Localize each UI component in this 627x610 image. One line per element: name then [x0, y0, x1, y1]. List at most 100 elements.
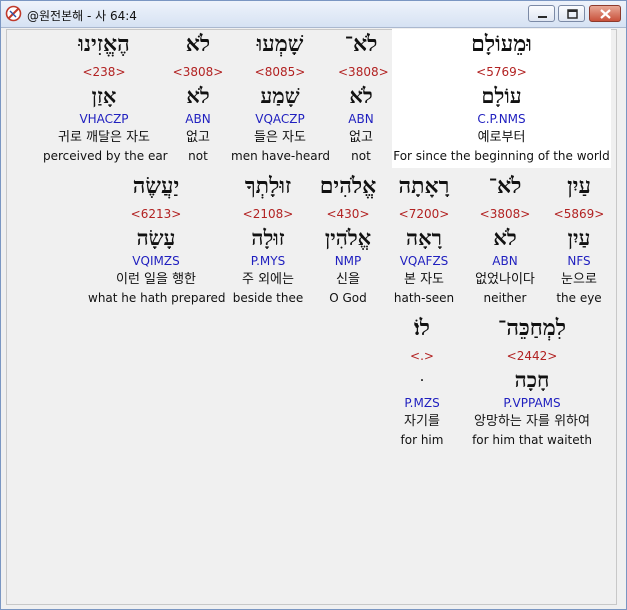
english-gloss: not: [188, 149, 208, 163]
morphology-code: P.VPPAMS: [503, 396, 561, 410]
korean-gloss: 이런 일을 행한: [115, 272, 197, 287]
hebrew-word: רָאָתָה: [398, 173, 450, 199]
minimize-icon: [538, 16, 547, 18]
strong-number: <2108>: [242, 207, 294, 221]
korean-gloss: 없고: [186, 130, 210, 145]
lemma: אָזַן: [91, 83, 117, 108]
word-0-4[interactable]: הֶאֱזִינוּ <238> אָזַן VHACZP 귀로 깨달은 자도 …: [43, 31, 168, 167]
morphology-code: VQACZP: [255, 112, 305, 126]
title-bar[interactable]: @원전본해 - 사 64:4: [1, 1, 626, 28]
lemma: עָשָׂה: [136, 225, 176, 250]
morphology-code: VQIMZS: [132, 254, 180, 268]
korean-gloss: 눈으로: [561, 272, 597, 287]
lemma: זוּלָה: [251, 225, 285, 250]
hebrew-word: לֹא־: [344, 31, 378, 57]
hebrew-word: לִמְחַכֵּה־: [497, 315, 567, 341]
hebrew-word: עַיִן: [567, 173, 591, 199]
hebrew-word: יַעֲשֶׂה: [132, 173, 180, 199]
hebrew-word: לֹא־: [488, 173, 522, 199]
english-gloss: for him that waiteth: [472, 433, 592, 447]
morphology-code: P.MYS: [250, 254, 286, 268]
strong-number: <430>: [326, 207, 370, 221]
word-1-4[interactable]: זוּלָתְךָ <2108> זוּלָה P.MYS 주 외에는 besi…: [228, 173, 308, 309]
korean-gloss: 들은 자도: [254, 130, 306, 145]
strong-number: <6213>: [130, 207, 182, 221]
hebrew-word: אֱלֹהִים: [319, 173, 377, 199]
maximize-icon: [567, 9, 578, 19]
strong-number: <2442>: [506, 349, 558, 363]
korean-gloss: 없었나이다: [475, 272, 535, 287]
english-gloss: for him: [400, 433, 444, 447]
korean-gloss: 자기를: [404, 414, 440, 429]
word-1-5[interactable]: יַעֲשֶׂה <6213> עָשָׂה VQIMZS 이런 일을 행한 w…: [88, 173, 226, 309]
lemma: עַיִן: [567, 225, 591, 250]
lemma: לֹא: [493, 225, 517, 250]
close-icon: [600, 9, 611, 19]
morphology-code: ABN: [185, 112, 211, 126]
english-gloss: neither: [483, 291, 527, 305]
hebrew-word: וּמֵעוֹלָם: [471, 31, 532, 57]
morphology-code: ABN: [348, 112, 374, 126]
korean-gloss: 없고: [349, 130, 373, 145]
word-0-2[interactable]: שָׁמְעוּ <8085> שָׁמַע VQACZP 들은 자도 men …: [231, 31, 330, 167]
morphology-code: ABN: [492, 254, 518, 268]
lemma: שָׁמַע: [260, 83, 300, 108]
english-gloss: hath-seen: [393, 291, 455, 305]
strong-number: <5869>: [553, 207, 605, 221]
korean-gloss: 예로부터: [477, 130, 526, 145]
english-gloss: O God: [329, 291, 367, 305]
english-gloss: For since the beginning of the world: [393, 149, 610, 163]
morphology-code: P.MZS: [404, 396, 440, 410]
strong-number: <3808>: [172, 65, 224, 79]
strong-number: <7200>: [398, 207, 450, 221]
lemma: לֹא: [349, 83, 373, 108]
english-gloss: the eye: [556, 291, 602, 305]
korean-gloss: 신을: [336, 272, 360, 287]
english-gloss: perceived by the ear: [43, 149, 168, 163]
english-gloss: what he hath prepared: [88, 291, 226, 305]
lemma: לֹא: [186, 83, 210, 108]
morphology-code: NMP: [334, 254, 362, 268]
english-gloss: men have-heard: [231, 149, 330, 163]
word-1-0[interactable]: עַיִן <5869> עַיִן NFS 눈으로 the eye: [551, 173, 607, 309]
korean-gloss: 주 외에는: [242, 272, 294, 287]
word-2-1[interactable]: לוֹ׃ <.> ּ P.MZS 자기를 for him: [392, 315, 452, 451]
word-1-2[interactable]: רָאָתָה <7200> רָאָה VQAFZS 본 자도 hath-se…: [388, 173, 460, 309]
korean-gloss: 귀로 깨달은 자도: [58, 130, 150, 145]
strong-number: <5769>: [476, 65, 527, 79]
hebrew-word: לוֹ׃: [414, 315, 430, 341]
hebrew-word: לֹא: [185, 31, 211, 57]
hebrew-word: הֶאֱזִינוּ: [78, 31, 130, 57]
window-title: @원전본해 - 사 64:4: [27, 9, 137, 23]
close-button[interactable]: [589, 5, 621, 22]
lemma: עוֹלָם: [481, 83, 522, 108]
lemma: אֱלֹהִין: [324, 225, 372, 250]
strong-number: <8085>: [254, 65, 306, 79]
korean-gloss: 본 자도: [403, 272, 444, 287]
english-gloss: beside thee: [232, 291, 304, 305]
strong-number: <.>: [410, 349, 434, 363]
strong-number: <3808>: [479, 207, 531, 221]
korean-gloss: 앙망하는 자를 위하여: [474, 414, 590, 429]
hebrew-word: זוּלָתְךָ: [244, 173, 292, 199]
lemma: ּ: [392, 367, 452, 393]
maximize-button[interactable]: [558, 5, 585, 22]
word-1-3[interactable]: אֱלֹהִים <430> אֱלֹהִין NMP 신을 O God: [311, 173, 385, 309]
word-2-0[interactable]: לִמְחַכֵּה־ <2442> חָכָה P.VPPAMS 앙망하는 자…: [458, 315, 606, 451]
lemma: רָאָה: [406, 225, 442, 250]
minimize-button[interactable]: [528, 5, 555, 22]
morphology-code: C.P.NMS: [477, 112, 526, 126]
word-1-1[interactable]: לֹא־ <3808> לֹא ABN 없었나이다 neither: [463, 173, 547, 309]
morphology-code: VQAFZS: [399, 254, 449, 268]
word-0-1[interactable]: לֹא־ <3808> לֹא ABN 없고 not: [338, 31, 389, 167]
app-window: @원전본해 - 사 64:4 וּמֵעוֹלָם <5769> עוֹלָם …: [0, 0, 627, 610]
lemma: חָכָה: [514, 367, 550, 392]
morphology-code: VHACZP: [79, 112, 129, 126]
morphology-code: NFS: [567, 254, 591, 268]
word-0-0[interactable]: וּמֵעוֹלָם <5769> עוֹלָם C.P.NMS 예로부터 Fo…: [392, 31, 611, 167]
app-icon[interactable]: [5, 5, 22, 22]
strong-number: <3808>: [338, 65, 389, 79]
word-0-3[interactable]: לֹא <3808> לֹא ABN 없고 not: [172, 31, 224, 167]
strong-number: <238>: [82, 65, 126, 79]
hebrew-word: שָׁמְעוּ: [256, 31, 304, 57]
